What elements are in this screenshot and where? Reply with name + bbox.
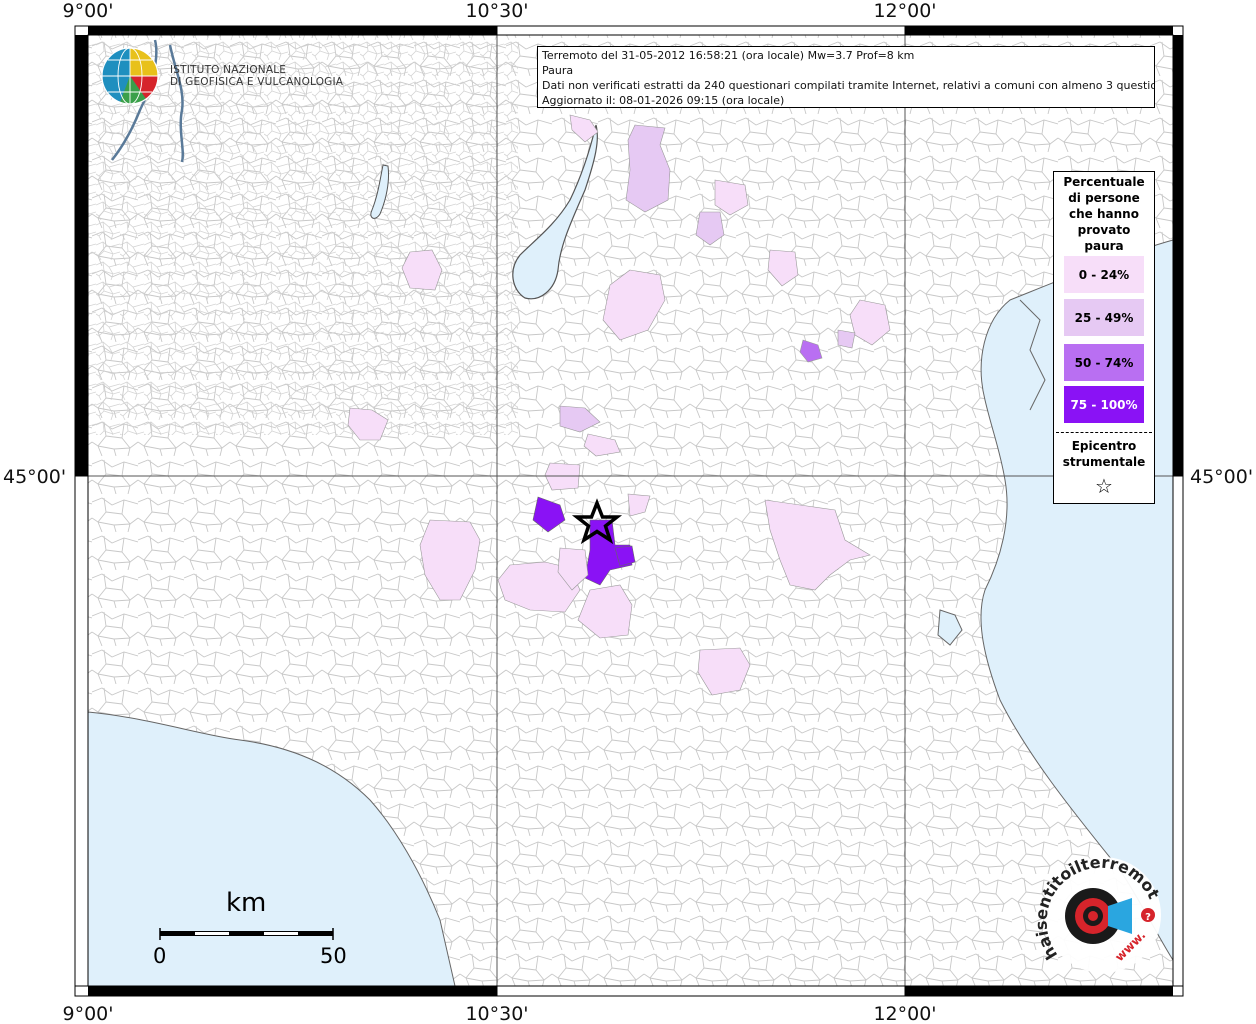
tick-top-9: 9°00' (63, 0, 114, 22)
legend-class-0: 0 - 24% (1064, 256, 1144, 293)
legend-star-icon: ☆ (1095, 474, 1113, 498)
legend-divider (1056, 432, 1152, 433)
tick-right-45: 45°00' (1190, 466, 1253, 488)
scale-end: 50 (320, 944, 347, 968)
scale-unit: km (226, 888, 267, 918)
ingv-logo (101, 47, 159, 105)
ingv-name-line1: ISTITUTO NAZIONALE (170, 64, 287, 76)
tick-bottom-9: 9°00' (63, 1003, 114, 1024)
ingv-name-line2: DI GEOFISICA E VULCANOLOGIA (170, 76, 344, 88)
data-note-line: Dati non verificati estratti da 240 ques… (542, 79, 1155, 92)
parameter-line: Paura (542, 64, 574, 77)
legend-class-1: 25 - 49% (1064, 299, 1144, 336)
legend-class-2: 50 - 74% (1064, 344, 1144, 381)
tick-bottom-10-30: 10°30' (465, 1003, 528, 1024)
legend-epicenter-label: Epicentro strumentale (1062, 439, 1146, 469)
tick-bottom-12: 12°00' (873, 1003, 936, 1024)
tick-top-10-30: 10°30' (465, 0, 528, 22)
badge-question-mark: ? (1145, 912, 1151, 923)
municipality-borders-dense (88, 35, 518, 435)
event-line: Terremoto del 31-05-2012 16:58:21 (ora l… (542, 49, 915, 62)
legend-title: Percentuale di persone che hanno provato… (1063, 175, 1145, 253)
scale-start: 0 (153, 944, 167, 968)
updated-line: Aggiornato il: 08-01-2026 09:15 (ora loc… (542, 94, 785, 107)
event-info-box: Terremoto del 31-05-2012 16:58:21 (ora l… (537, 46, 1155, 108)
legend: Percentuale di persone che hanno provato… (1053, 171, 1155, 504)
tick-left-45: 45°00' (3, 466, 66, 488)
legend-class-3: 75 - 100% (1064, 386, 1144, 423)
ingv-name: ISTITUTO NAZIONALE DI GEOFISICA E VULCAN… (170, 64, 343, 88)
tick-top-12: 12°00' (873, 0, 936, 22)
map-canvas: 9°00' 10°30' 12°00' 9°00' 10°30' 12°00' … (0, 0, 1253, 1024)
